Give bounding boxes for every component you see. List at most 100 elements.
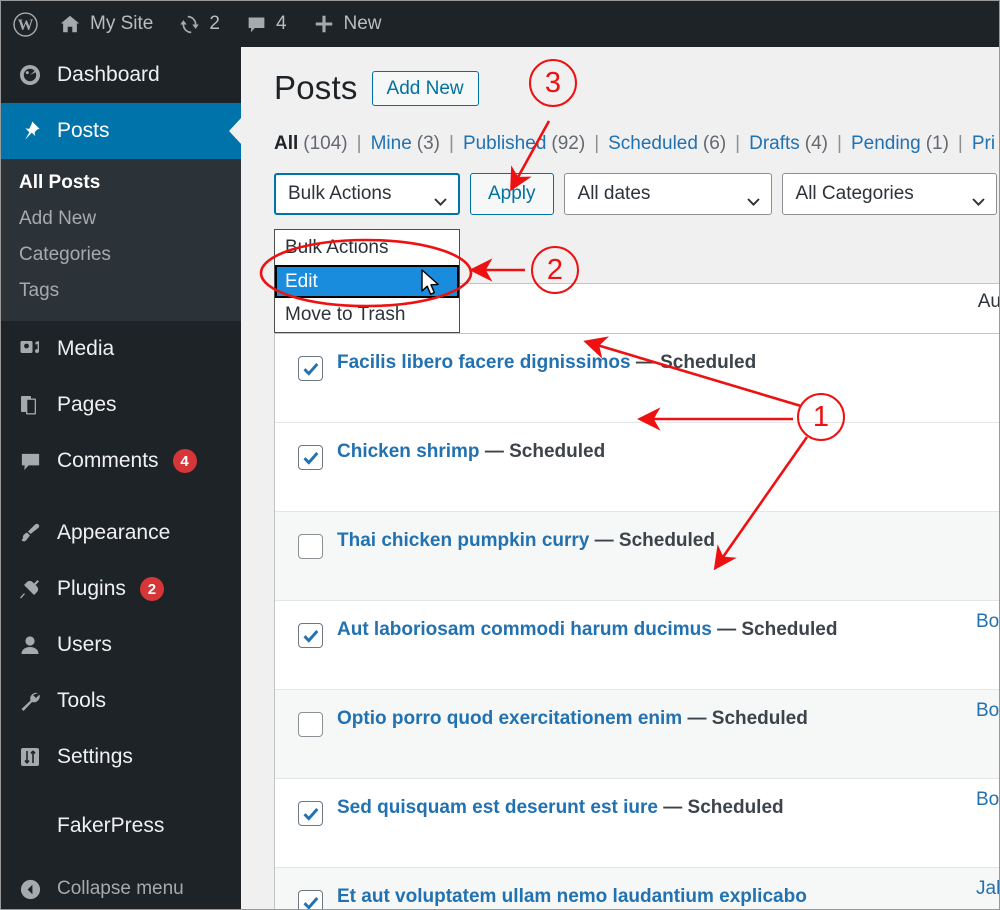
checkbox-unchecked-icon[interactable] bbox=[298, 712, 323, 737]
post-author-link[interactable]: Bo bbox=[976, 789, 999, 811]
post-title-link[interactable]: Sed quisquam est deserunt est iure bbox=[337, 797, 658, 818]
adminbar-comments-count: 4 bbox=[275, 13, 287, 34]
adminbar-comments[interactable]: 4 bbox=[233, 1, 300, 47]
post-title-link[interactable]: Et aut voluptatem ullam nemo laudantium … bbox=[337, 886, 807, 907]
table-row[interactable]: Thai chicken pumpkin curry — Scheduled B… bbox=[275, 512, 999, 810]
post-title-link[interactable]: Chicken shrimp bbox=[337, 441, 480, 462]
sliders-icon bbox=[17, 745, 43, 769]
sidebar-item-tools-label: Tools bbox=[57, 689, 107, 712]
row-checkbox-cell[interactable] bbox=[275, 690, 337, 737]
sidebar-item-pages-label: Pages bbox=[57, 393, 117, 416]
add-new-button[interactable]: Add New bbox=[371, 70, 479, 106]
post-title-link[interactable]: Thai chicken pumpkin curry bbox=[337, 530, 589, 551]
category-filter-select[interactable]: All Categories bbox=[781, 173, 997, 215]
brush-icon bbox=[17, 521, 43, 545]
post-author-link[interactable]: Bo bbox=[976, 611, 999, 633]
plus-icon bbox=[313, 13, 335, 35]
filter-link-all[interactable]: All bbox=[274, 133, 298, 155]
filter-separator: | bbox=[594, 133, 600, 154]
collapse-menu-button[interactable]: Collapse menu bbox=[1, 867, 241, 909]
table-row[interactable]: Facilis libero facere dignissimos — Sche… bbox=[275, 334, 999, 632]
row-checkbox-cell[interactable] bbox=[275, 868, 337, 909]
sidebar-item-settings[interactable]: Settings bbox=[1, 729, 241, 785]
sidebar-item-media-label: Media bbox=[57, 337, 115, 360]
pin-icon bbox=[17, 119, 43, 143]
post-title-link[interactable]: Optio porro quod exercitationem enim bbox=[337, 708, 682, 729]
row-checkbox-cell[interactable] bbox=[275, 779, 337, 826]
sidebar-subitem-all-posts[interactable]: All Posts bbox=[1, 165, 241, 201]
adminbar-updates[interactable]: 2 bbox=[166, 1, 233, 47]
adminbar-site-name[interactable]: My Site bbox=[46, 1, 166, 47]
table-row[interactable]: Chicken shrimp — Scheduled Bo bbox=[275, 423, 999, 721]
sidebar-item-pages[interactable]: Pages bbox=[1, 377, 241, 433]
filter-link-pending[interactable]: Pending bbox=[851, 133, 921, 155]
checkbox-checked-icon[interactable] bbox=[298, 356, 323, 381]
checkbox-checked-icon[interactable] bbox=[298, 623, 323, 648]
adminbar-site-name-label: My Site bbox=[90, 13, 154, 34]
sidebar-item-plugins-label: Plugins bbox=[57, 577, 126, 600]
row-checkbox-cell[interactable] bbox=[275, 512, 337, 559]
post-author-link[interactable]: Jak bbox=[976, 878, 999, 900]
post-status-dash: — bbox=[717, 619, 737, 640]
bulk-actions-value: Bulk Actions bbox=[288, 183, 392, 204]
row-title-cell: Sed quisquam est deserunt est iure — Sch… bbox=[337, 779, 999, 819]
sidebar-item-dashboard[interactable]: Dashboard bbox=[1, 47, 241, 103]
sidebar-subitem-tags[interactable]: Tags bbox=[1, 273, 241, 309]
table-row[interactable]: Aut laboriosam commodi harum ducimus — S… bbox=[275, 601, 999, 899]
row-checkbox-cell[interactable] bbox=[275, 601, 337, 648]
sidebar-item-tools[interactable]: Tools bbox=[1, 673, 241, 729]
post-status: Scheduled bbox=[509, 441, 606, 462]
post-title-link[interactable]: Facilis libero facere dignissimos bbox=[337, 352, 631, 373]
sidebar-item-appearance[interactable]: Appearance bbox=[1, 505, 241, 561]
filter-link-mine[interactable]: Mine bbox=[371, 133, 412, 155]
sidebar-item-plugins[interactable]: Plugins 2 bbox=[1, 561, 241, 617]
sidebar-item-users[interactable]: Users bbox=[1, 617, 241, 673]
checkbox-checked-icon[interactable] bbox=[298, 445, 323, 470]
filter-link-drafts[interactable]: Drafts bbox=[749, 133, 800, 155]
sidebar-item-fakerpress[interactable]: FakerPress bbox=[1, 801, 241, 851]
sidebar-submenu-posts: All Posts Add New Categories Tags bbox=[1, 159, 241, 321]
checkbox-checked-icon[interactable] bbox=[298, 801, 323, 826]
sidebar-item-media[interactable]: Media bbox=[1, 321, 241, 377]
table-row[interactable]: Optio porro quod exercitationem enim — S… bbox=[275, 690, 999, 779]
comments-badge: 4 bbox=[172, 449, 197, 473]
bulk-option-bulk-actions[interactable]: Bulk Actions bbox=[275, 231, 459, 265]
pages-icon bbox=[17, 393, 43, 417]
table-nav-top: Bulk Actions Apply All dates All Categor… bbox=[241, 155, 999, 215]
post-title-link[interactable]: Aut laboriosam commodi harum ducimus bbox=[337, 619, 712, 640]
comment-icon bbox=[246, 14, 267, 35]
post-status: Scheduled bbox=[687, 797, 784, 818]
adminbar-new-label: New bbox=[343, 13, 382, 34]
collapse-arrow-icon bbox=[17, 878, 43, 901]
row-checkbox-cell[interactable] bbox=[275, 423, 337, 470]
sidebar-divider bbox=[1, 489, 241, 505]
date-filter-select[interactable]: All dates bbox=[563, 173, 772, 215]
sidebar-subitem-categories[interactable]: Categories bbox=[1, 237, 241, 273]
plug-icon bbox=[17, 577, 43, 601]
post-status-dash: — bbox=[594, 530, 614, 551]
sidebar-item-appearance-label: Appearance bbox=[57, 521, 171, 544]
checkbox-unchecked-icon[interactable] bbox=[298, 534, 323, 559]
table-row[interactable]: Et aut voluptatem ullam nemo laudantium … bbox=[275, 868, 999, 909]
sidebar-subitem-add-new[interactable]: Add New bbox=[1, 201, 241, 237]
wordpress-icon: W bbox=[13, 11, 38, 37]
filter-separator: | bbox=[449, 133, 454, 154]
apply-button[interactable]: Apply bbox=[470, 173, 554, 215]
row-title-cell: Chicken shrimp — Scheduled bbox=[337, 423, 999, 463]
checkbox-checked-icon[interactable] bbox=[298, 890, 323, 909]
sidebar-item-dashboard-label: Dashboard bbox=[57, 63, 160, 86]
post-author-link[interactable]: Bo bbox=[976, 700, 999, 722]
adminbar-new-content[interactable]: New bbox=[300, 1, 395, 47]
sidebar-item-comments[interactable]: Comments 4 bbox=[1, 433, 241, 489]
row-checkbox-cell[interactable] bbox=[275, 334, 337, 381]
adminbar-wp-logo[interactable]: W bbox=[1, 1, 46, 47]
filter-link-private[interactable]: Pri bbox=[972, 133, 995, 155]
sidebar-item-posts[interactable]: Posts bbox=[1, 103, 242, 159]
dashboard-icon bbox=[17, 63, 43, 87]
bulk-actions-select[interactable]: Bulk Actions bbox=[274, 173, 460, 215]
sidebar-item-comments-label: Comments bbox=[57, 449, 159, 472]
column-header-author[interactable]: Au bbox=[978, 291, 999, 313]
filter-link-scheduled[interactable]: Scheduled bbox=[608, 133, 698, 155]
filter-link-published[interactable]: Published bbox=[463, 133, 546, 155]
table-row[interactable]: Sed quisquam est deserunt est iure — Sch… bbox=[275, 779, 999, 868]
